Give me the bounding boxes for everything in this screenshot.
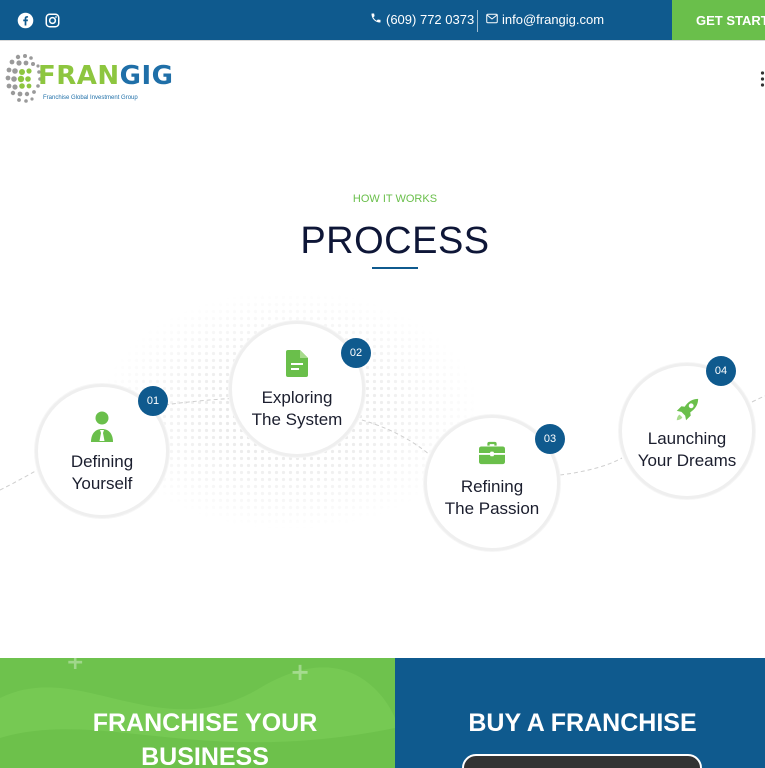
process-step-launching-your-dreams[interactable]: Launching Your Dreams — [619, 363, 755, 499]
panel-title-line2: BUSINESS — [141, 743, 269, 768]
phone-number: (609) 772 0373 — [386, 12, 475, 27]
facebook-icon[interactable] — [16, 11, 34, 29]
email-address: info@frangig.com — [502, 12, 605, 27]
step-label-line2: The System — [251, 410, 343, 429]
buy-a-franchise-panel[interactable]: BUY A FRANCHISE — [395, 658, 765, 768]
step-label-line1: Refining — [460, 477, 524, 496]
step-label: Launching Your Dreams — [622, 428, 752, 472]
contact-divider — [477, 10, 478, 32]
phone-icon — [370, 12, 382, 27]
step-label-line1: Launching — [647, 429, 727, 448]
step-label: Exploring The System — [232, 387, 362, 431]
panel-title-line1: FRANCHISE YOUR — [92, 709, 318, 737]
document-icon — [284, 349, 310, 377]
step-number-badge: 02 — [341, 338, 371, 368]
logo-wordmark: FRANGIG — [38, 61, 174, 91]
envelope-icon — [486, 12, 498, 27]
logo-tagline: Franchise Global Investment Group — [43, 95, 138, 101]
step-label-line2: Your Dreams — [637, 451, 737, 470]
step-number-badge: 03 — [535, 424, 565, 454]
top-bar: (609) 772 0373 info@frangig.com GET STAR… — [0, 0, 765, 40]
header-divider — [0, 40, 765, 41]
briefcase-icon — [479, 440, 505, 466]
menu-icon[interactable] — [760, 70, 765, 88]
title-underline — [372, 267, 418, 269]
step-number-badge: 01 — [138, 386, 168, 416]
plus-decoration-icon: + — [290, 658, 311, 686]
panel-photo — [462, 754, 702, 768]
frangig-logo[interactable]: FRANGIG Franchise Global Investment Grou… — [4, 52, 174, 106]
rocket-icon — [674, 397, 700, 423]
phone-link[interactable]: (609) 772 0373 — [370, 12, 474, 27]
section-eyebrow: HOW IT WORKS — [352, 193, 438, 205]
step-label-line2: Yourself — [71, 474, 133, 493]
email-link[interactable]: info@frangig.com — [486, 12, 604, 27]
instagram-icon[interactable] — [43, 11, 61, 29]
section-title: PROCESS — [300, 220, 490, 262]
panel-title-buy-a-franchise: BUY A FRANCHISE — [468, 709, 697, 737]
step-number-badge: 04 — [706, 356, 736, 386]
step-label: Defining Yourself — [38, 451, 166, 495]
step-label-line1: Exploring — [261, 388, 333, 407]
person-icon — [89, 411, 115, 442]
logo-word-fran: FRAN — [38, 61, 120, 91]
step-label-line1: Defining — [70, 452, 134, 471]
plus-decoration-icon: + — [66, 658, 85, 675]
panel-title-franchise-your-business: FRANCHISE YOUR BUSINESS — [0, 706, 395, 768]
logo-word-gig: GIG — [119, 61, 174, 91]
franchise-your-business-panel[interactable]: + + FRANCHISE YOUR BUSINESS — [0, 658, 395, 768]
step-label: Refining The Passion — [427, 476, 557, 520]
get-started-button[interactable]: GET STARTED — [672, 0, 765, 40]
step-label-line2: The Passion — [444, 499, 540, 518]
